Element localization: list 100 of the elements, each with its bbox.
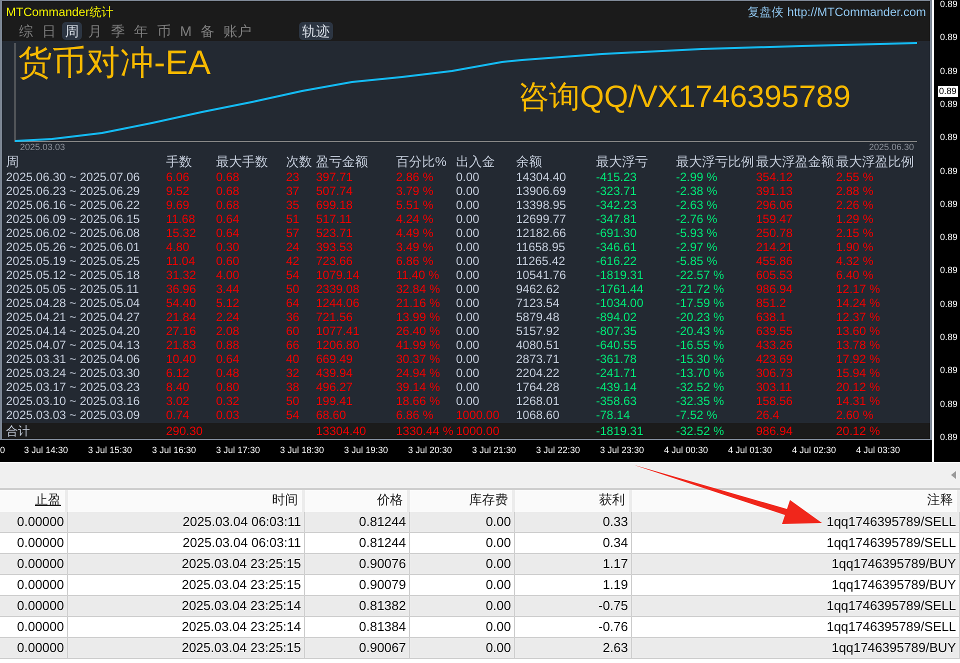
tab[interactable]: 账户	[220, 22, 255, 40]
table-cell-text: 4.24 %	[396, 212, 434, 226]
table-cell: 0.90076	[305, 554, 410, 574]
column-header[interactable]: 库存费	[410, 490, 515, 512]
table-cell-text: 13906.69	[516, 184, 568, 198]
tab[interactable]: 季	[108, 22, 128, 40]
table-cell-text: -78.14	[596, 408, 632, 422]
table-cell-text: 2025.04.07 ~ 2025.04.13	[6, 338, 141, 352]
table-cell: 0.00	[410, 554, 515, 574]
table-cell-text: 4.00	[216, 268, 240, 282]
table-cell-text: 0.68	[216, 198, 240, 212]
table-cell-text: 0.88	[216, 338, 240, 352]
table-cell-text: -2.38 %	[676, 184, 718, 198]
table-cell-text: 4.49 %	[396, 226, 434, 240]
table-cell-text: 54	[286, 268, 300, 282]
table-cell-text: 6.40 %	[836, 268, 874, 282]
table-cell: 0.00000	[0, 575, 68, 595]
tab[interactable]: 综	[16, 22, 36, 40]
table-cell-text: 12699.77	[516, 212, 568, 226]
table-cell-text: 0.64	[216, 226, 240, 240]
tab[interactable]: 备	[198, 22, 218, 40]
column-header: 出入金	[456, 154, 496, 170]
table-cell-text: 1764.28	[516, 380, 560, 394]
brand-name: 复盘侠	[747, 4, 784, 21]
table-cell-text: 4.80	[166, 240, 190, 254]
table-cell-text: 2025.03.17 ~ 2025.03.23	[6, 380, 141, 394]
table-cell-text: 439.94	[316, 366, 354, 380]
table-cell-text: 6.86 %	[396, 254, 434, 268]
column-header[interactable]: 获利	[515, 490, 632, 512]
time-label: 4 Jul 03:30	[856, 445, 900, 456]
table-cell-text: -16.55 %	[676, 338, 726, 352]
table-cell-text: 54	[286, 408, 300, 422]
table-cell-text: 1068.60	[516, 408, 560, 422]
column-header: 周	[6, 154, 20, 170]
column-header[interactable]: 时间	[68, 490, 305, 512]
table-cell-text: 60	[286, 324, 300, 338]
table-cell-text: 1268.01	[516, 394, 560, 408]
table-cell-text: 17.92 %	[836, 352, 882, 366]
table-cell-text: 0.48	[216, 366, 240, 380]
table-cell-text: -347.81	[596, 212, 638, 226]
table-cell: 0.00000	[0, 638, 68, 658]
table-cell-text: -7.52 %	[676, 408, 718, 422]
table-cell-text: 21.84	[166, 310, 198, 324]
table-cell-text: 5.51 %	[396, 198, 434, 212]
table-cell-text: -2.76 %	[676, 212, 718, 226]
table-cell-text: 5157.92	[516, 324, 560, 338]
table-cell-text: 158.56	[756, 394, 794, 408]
price-label: 0.89	[940, 32, 958, 44]
table-cell-text: 986.94	[756, 282, 794, 296]
table-cell-text: 13304.40	[316, 424, 368, 439]
column-header[interactable]: 止盈	[0, 490, 68, 512]
price-label: 0.89	[940, 298, 958, 310]
table-cell-text: 1244.06	[316, 296, 360, 310]
table-cell-text: 0.80	[216, 380, 240, 394]
scroll-left-icon[interactable]	[951, 471, 956, 479]
column-header[interactable]: 注释	[632, 490, 960, 512]
table-cell-text: 639.55	[756, 324, 794, 338]
table-cell-text: 0.00	[456, 184, 480, 198]
table-cell-text: -2.97 %	[676, 240, 718, 254]
table-cell-text: 1330.44 %	[396, 424, 454, 439]
tab[interactable]: 年	[131, 22, 151, 40]
table-cell-text: 0.32	[216, 394, 240, 408]
table-cell-text: 11.40 %	[396, 268, 440, 282]
tab[interactable]: M	[177, 22, 195, 40]
overlay-contact: 咨询QQ/VX1746395789	[518, 78, 851, 116]
table-cell-text: -342.23	[596, 198, 638, 212]
price-label: 0.89	[940, 0, 958, 10]
table-cell: 0.81244	[305, 533, 410, 553]
tab[interactable]: 周	[62, 22, 82, 40]
table-cell: 0.00000	[0, 533, 68, 553]
table-cell-text: 517.11	[316, 212, 353, 226]
table-cell-text: -807.35	[596, 324, 638, 338]
tab[interactable]: 币	[154, 22, 174, 40]
price-label: 0.89	[938, 86, 958, 97]
table-cell-text: 51	[286, 212, 300, 226]
table-cell-text: 10541.76	[516, 268, 568, 282]
time-label: 3 Jul 14:30	[24, 445, 68, 456]
table-cell: 2025.03.04 06:03:11	[68, 512, 305, 532]
time-label: 0	[0, 445, 6, 456]
site-link[interactable]: http://MTCommander.com	[787, 3, 926, 21]
column-header[interactable]: 价格	[305, 490, 410, 512]
tab[interactable]: 月	[85, 22, 105, 40]
table-cell: 1qq1746395789/BUY	[632, 638, 960, 658]
table-cell-text: 3.02	[166, 394, 190, 408]
tab[interactable]: 日	[39, 22, 59, 40]
table-cell-text: 50	[286, 282, 300, 296]
table-cell-text: 250.78	[756, 226, 794, 240]
time-label: 4 Jul 00:30	[664, 445, 708, 456]
table-cell-text: 0.00	[456, 226, 480, 240]
table-cell-text: 3.49 %	[396, 240, 434, 254]
tab[interactable]: 轨迹	[299, 22, 333, 40]
table-cell-text: -20.43 %	[676, 324, 726, 338]
table-cell-text: 6.06	[166, 170, 190, 184]
table-cell-text: 5.12	[216, 296, 240, 310]
table-cell-text: 397.71	[316, 170, 354, 184]
price-label: 0.89	[940, 332, 958, 343]
table-cell-text: 4.32 %	[836, 254, 874, 268]
column-header: 最大浮亏比例	[676, 154, 755, 170]
table-cell-text: 14.31 %	[836, 394, 882, 408]
table-cell-text: 21.16 %	[396, 296, 442, 310]
